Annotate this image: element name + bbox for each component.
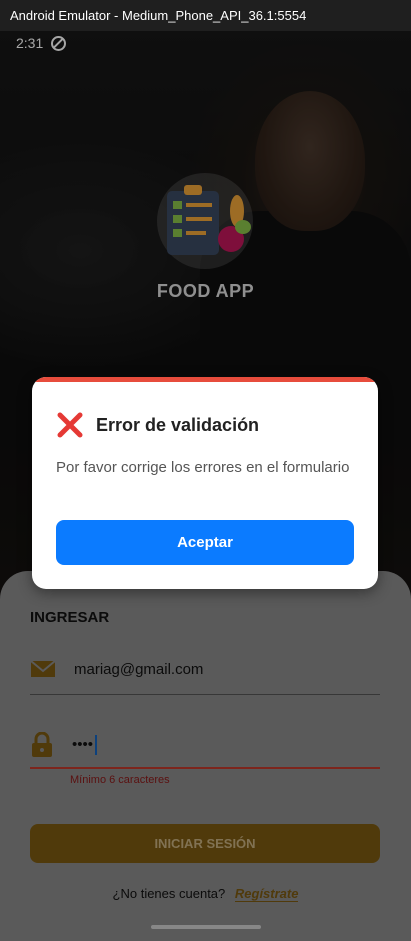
dialog-title: Error de validación (96, 414, 260, 435)
dialog-message: Por favor corrige los errores en el form… (56, 459, 350, 476)
dialog-header: Error de validación (56, 411, 259, 439)
phone-screen: 2:31 FOOD APP INGRESAR mariag@gmail.com (0, 31, 411, 941)
error-dialog: Error de validación Por favor corrige lo… (32, 377, 378, 589)
accept-button[interactable]: Aceptar (56, 520, 354, 565)
window-title: Android Emulator - Medium_Phone_API_36.1… (10, 8, 307, 23)
dialog-accent-bar (32, 377, 378, 382)
emulator-title-bar: Android Emulator - Medium_Phone_API_36.1… (0, 0, 411, 31)
error-x-icon (57, 412, 83, 438)
